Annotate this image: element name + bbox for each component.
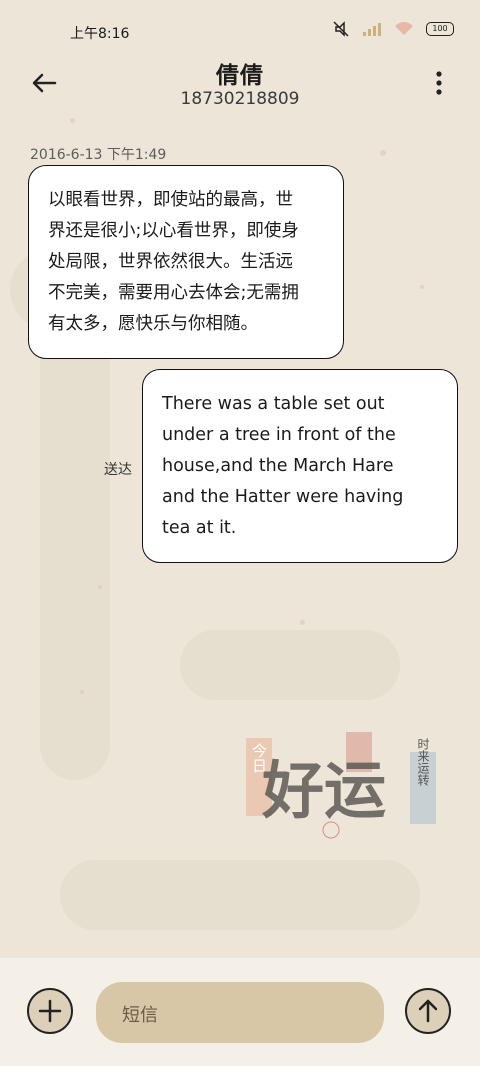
contact-number: 18730218809 <box>180 89 300 109</box>
status-icons: 100 <box>332 20 454 38</box>
add-attachment-button[interactable] <box>27 988 73 1034</box>
stamp-text-right: 时来运转 <box>416 738 430 786</box>
good-luck-stamp-decoration: 今日 好运 时来运转 <box>246 732 436 839</box>
stamp-text-main: 好运 <box>261 754 386 827</box>
status-time: 上午8:16 <box>70 26 130 42</box>
message-timestamp: 2016-6-13 下午1:49 <box>30 147 167 163</box>
outgoing-message-bubble[interactable]: There was a table set out under a tree i… <box>142 369 458 563</box>
silent-icon <box>333 21 349 37</box>
signal-icon <box>363 23 381 36</box>
battery-icon: 100 <box>426 22 454 36</box>
send-button[interactable] <box>405 988 451 1034</box>
delivery-status: 送达 <box>104 462 132 478</box>
status-bar: 上午8:16 100 <box>0 0 480 64</box>
incoming-message-bubble[interactable]: 以眼看世界，即使站的最高，世 界还是很小;以心看世界，即使身 处局限，世界依然很… <box>28 165 344 359</box>
plus-icon <box>38 999 62 1023</box>
arrow-up-icon <box>418 999 438 1023</box>
sms-input-placeholder: 短信 <box>122 1005 158 1026</box>
more-vertical-icon[interactable] <box>434 70 444 96</box>
conversation-header: 倩倩 18730218809 <box>0 56 480 120</box>
message-composer: 短信 <box>0 958 480 1066</box>
wifi-icon <box>395 22 413 35</box>
contact-name: 倩倩 <box>216 63 264 89</box>
sms-input[interactable]: 短信 <box>96 982 384 1043</box>
